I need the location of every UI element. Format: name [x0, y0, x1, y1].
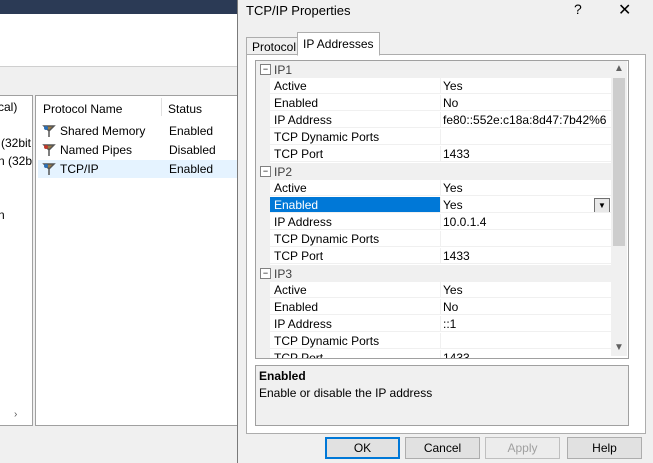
property-name: Active [270, 282, 440, 298]
property-value[interactable]: No [440, 299, 612, 315]
tree-pane[interactable]: cal) (32bit n (32b n [0, 95, 33, 426]
property-row[interactable]: TCP Dynamic Ports [256, 129, 612, 146]
property-name: Enabled [270, 197, 440, 213]
tab-ip-addresses[interactable]: IP Addresses [297, 32, 380, 56]
protocol-name: Named Pipes [60, 143, 133, 157]
property-row[interactable]: Active Yes [256, 180, 612, 197]
dropdown-value: Yes [443, 198, 463, 212]
property-value[interactable]: Yes [440, 180, 612, 196]
column-header-protocol-name[interactable]: Protocol Name [43, 102, 122, 116]
property-name: IP Address [270, 316, 440, 332]
property-row[interactable]: Enabled No [256, 299, 612, 316]
protocol-icon [42, 163, 56, 175]
property-row[interactable]: TCP Port 1433 [256, 248, 612, 265]
category-name: IP1 [274, 63, 293, 77]
description-title: Enabled [259, 369, 306, 383]
apply-button[interactable]: Apply [485, 437, 560, 459]
property-row[interactable]: TCP Dynamic Ports [256, 333, 612, 350]
property-value[interactable]: ::1 [440, 316, 612, 332]
protocol-status: Enabled [169, 124, 214, 138]
column-divider[interactable] [161, 98, 162, 116]
scrollbar-thumb[interactable] [613, 78, 625, 246]
ok-button[interactable]: OK [325, 437, 400, 459]
close-icon[interactable]: ✕ [618, 0, 631, 20]
property-value[interactable]: Yes [440, 78, 612, 94]
property-row[interactable]: TCP Dynamic Ports [256, 231, 612, 248]
property-value[interactable] [440, 333, 612, 349]
property-grid[interactable]: − IP1 Active Yes Enabled No IP Address fe80… [255, 60, 629, 359]
protocol-status: Enabled [169, 162, 214, 176]
property-category[interactable]: − IP2 [256, 163, 612, 180]
help-button[interactable]: Help [567, 437, 642, 459]
tree-item-fragment[interactable]: n (32b [0, 154, 32, 168]
property-name: IP Address [270, 214, 440, 230]
property-value-dropdown[interactable]: Yes ▼ [440, 197, 612, 213]
property-value[interactable]: fe80::552e:c18a:8d47:7b42%6 [440, 112, 612, 128]
vertical-scrollbar[interactable]: ▲ ▼ [611, 61, 627, 356]
collapse-icon[interactable]: − [260, 268, 271, 279]
property-name: TCP Dynamic Ports [270, 333, 440, 349]
list-item-selected[interactable]: TCP/IP Enabled [38, 160, 238, 178]
property-row[interactable]: Active Yes [256, 282, 612, 299]
property-row[interactable]: TCP Port 1433 [256, 146, 612, 163]
property-name: TCP Dynamic Ports [270, 129, 440, 145]
property-row[interactable]: IP Address::1 [256, 316, 612, 333]
property-value[interactable]: 10.0.1.4 [440, 214, 612, 230]
scroll-right-icon[interactable]: › [14, 409, 17, 420]
property-value[interactable]: No [440, 95, 612, 111]
category-name: IP3 [274, 267, 293, 281]
property-row[interactable]: Active Yes [256, 78, 612, 95]
tree-item-fragment[interactable]: (32bit [1, 136, 31, 150]
property-row[interactable]: IP Address 10.0.1.4 [256, 214, 612, 231]
description-text: Enable or disable the IP address [259, 386, 433, 400]
cancel-button[interactable]: Cancel [405, 437, 480, 459]
property-name: TCP Dynamic Ports [270, 231, 440, 247]
property-name: TCP Port [270, 350, 440, 358]
list-item[interactable]: Shared Memory Enabled [38, 122, 238, 140]
background-toolbar-area [0, 14, 237, 67]
property-name: TCP Port [270, 248, 440, 264]
property-name: IP Address [270, 112, 440, 128]
property-row[interactable]: TCP Port 1433 [256, 350, 612, 358]
protocol-icon [42, 125, 56, 137]
property-value[interactable]: 1433 [440, 350, 612, 358]
dropdown-arrow-icon[interactable]: ▼ [594, 198, 610, 212]
tree-item-fragment[interactable]: n [0, 208, 5, 222]
property-value[interactable]: 1433 [440, 248, 612, 264]
property-row-selected[interactable]: Enabled Yes ▼ [256, 197, 612, 214]
property-category[interactable]: − IP3 [256, 265, 612, 282]
protocol-icon [42, 144, 56, 156]
property-row[interactable]: Enabled No [256, 95, 612, 112]
property-name: Active [270, 78, 440, 94]
help-icon[interactable]: ? [574, 1, 582, 17]
category-name: IP2 [274, 165, 293, 179]
collapse-icon[interactable]: − [260, 166, 271, 177]
property-value[interactable]: 1433 [440, 146, 612, 162]
protocol-name: TCP/IP [60, 162, 99, 176]
protocol-name: Shared Memory [60, 124, 146, 138]
collapse-icon[interactable]: − [260, 64, 271, 75]
property-category[interactable]: − IP1 [256, 61, 612, 78]
dialog-title: TCP/IP Properties [246, 3, 351, 18]
scroll-down-icon[interactable]: ▼ [611, 340, 627, 356]
column-header-status[interactable]: Status [168, 102, 202, 116]
property-name: TCP Port [270, 146, 440, 162]
protocol-status: Disabled [169, 143, 216, 157]
list-item[interactable]: Named Pipes Disabled [38, 141, 238, 159]
property-name: Active [270, 180, 440, 196]
protocol-list[interactable]: Protocol Name Status Shared Memory Enabl… [35, 95, 238, 426]
property-value[interactable]: Yes [440, 282, 612, 298]
property-value[interactable] [440, 231, 612, 247]
tcpip-properties-dialog: TCP/IP Properties ? ✕ Protocol IP Addres… [237, 0, 653, 463]
property-value[interactable] [440, 129, 612, 145]
scroll-up-icon[interactable]: ▲ [611, 61, 627, 77]
property-name: Enabled [270, 95, 440, 111]
tree-item-fragment[interactable]: cal) [0, 100, 17, 114]
property-row[interactable]: IP Address fe80::552e:c18a:8d47:7b42%6 [256, 112, 612, 129]
property-name: Enabled [270, 299, 440, 315]
description-panel: Enabled Enable or disable the IP address [255, 365, 629, 426]
